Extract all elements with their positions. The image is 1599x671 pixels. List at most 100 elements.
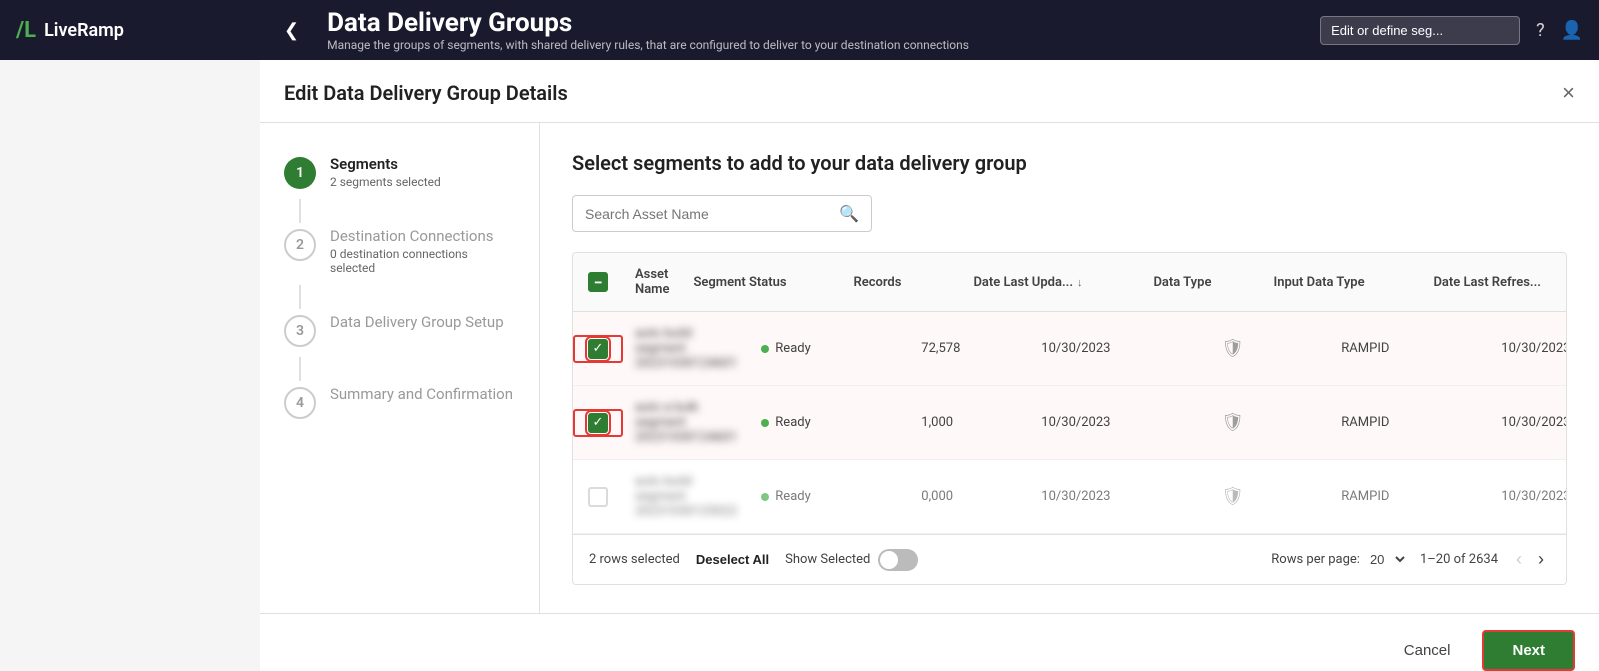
step-3-label: Data Delivery Group Setup: [330, 313, 504, 331]
td-status-1: Ready: [749, 337, 909, 360]
step-3: 3 Data Delivery Group Setup: [284, 313, 515, 347]
page-title-header: Data Delivery Groups: [327, 8, 1320, 38]
td-data-type-3: 🛡: [1209, 482, 1329, 511]
dialog-close-button[interactable]: ×: [1562, 80, 1575, 106]
search-box: 🔍: [572, 195, 872, 232]
td-date-updated-3: 10/30/2023: [1029, 485, 1209, 508]
th-input-data-type: Input Data Type: [1261, 263, 1421, 301]
td-date-updated-1: 10/30/2023: [1029, 337, 1209, 360]
step-4-content: Summary and Confirmation: [330, 385, 513, 403]
td-input-data-type-3: RAMPID: [1329, 485, 1489, 508]
td-input-data-type-2: RAMPID: [1329, 411, 1489, 434]
table-row: auto build segment 20231030125022 Ready …: [573, 460, 1566, 534]
td-date-updated-2: 10/30/2023: [1029, 411, 1209, 434]
row-3-checkbox[interactable]: [588, 487, 608, 507]
td-asset-name-1: auto build segment 20231030124601: [623, 322, 749, 375]
status-ready-2: Ready: [761, 415, 897, 430]
step-connector-1-2: [299, 199, 301, 223]
rows-per-page: Rows per page: 20 50 100: [1271, 551, 1408, 568]
show-selected-area: Show Selected: [785, 549, 918, 571]
step-1-sub: 2 segments selected: [330, 175, 441, 189]
td-date-refreshed-1: 10/30/2023: [1489, 337, 1567, 360]
pagination-range: 1–20 of 2634: [1420, 552, 1498, 567]
collapse-sidebar-button[interactable]: ❮: [276, 16, 307, 45]
toggle-knob: [880, 551, 898, 569]
rows-per-page-select[interactable]: 20 50 100: [1366, 551, 1408, 568]
td-asset-name-2: auto a bulk segment 20231030124601: [623, 396, 749, 449]
content-panel: Select segments to add to your data deli…: [540, 123, 1599, 613]
step-2-sub: 0 destination connections selected: [330, 247, 515, 275]
td-data-type-2: 🛡: [1209, 408, 1329, 437]
dialog-header: Edit Data Delivery Group Details ×: [260, 60, 1599, 123]
table-row: ✓ auto build segment 20231030124601 Read…: [573, 312, 1566, 386]
step-1: 1 Segments 2 segments selected: [284, 155, 515, 189]
logo-icon: /L: [16, 18, 36, 43]
td-date-refreshed-2: 10/30/2023: [1489, 411, 1567, 434]
step-3-circle: 3: [284, 315, 316, 347]
step-4-label: Summary and Confirmation: [330, 385, 513, 403]
status-ready-1: Ready: [761, 341, 897, 356]
th-asset-name: Asset Name: [623, 263, 681, 301]
step-1-label: Segments: [330, 155, 441, 173]
td-checkbox-2: ✓: [573, 409, 623, 437]
step-2-label: Destination Connections: [330, 227, 515, 245]
dialog-body: 1 Segments 2 segments selected 2 Destina…: [260, 123, 1599, 613]
sort-arrow-icon: ↓: [1077, 276, 1083, 289]
step-connector-2-3: [299, 285, 301, 309]
cancel-button[interactable]: Cancel: [1384, 632, 1471, 669]
th-segment-status: Segment Status: [681, 263, 841, 301]
shield-icon-2: 🛡: [1221, 412, 1244, 433]
next-button[interactable]: Next: [1482, 630, 1575, 671]
logo-area: /L LiveRamp: [16, 18, 276, 43]
top-navigation: /L LiveRamp ❮ Data Delivery Groups Manag…: [0, 0, 1599, 60]
dialog-title: Edit Data Delivery Group Details: [284, 81, 568, 105]
shield-icon-3: 🛡: [1221, 486, 1244, 507]
show-selected-toggle[interactable]: [878, 549, 918, 571]
step-2-content: Destination Connections 0 destination co…: [330, 227, 515, 275]
workspace-dropdown[interactable]: Edit or define seg...: [1320, 16, 1520, 45]
table-header: − Asset Name Segment Status Records Date: [573, 253, 1566, 312]
search-icon[interactable]: 🔍: [839, 204, 859, 223]
td-input-data-type-1: RAMPID: [1329, 337, 1489, 360]
section-title: Select segments to add to your data deli…: [572, 151, 1567, 175]
dialog-footer: Cancel Next: [260, 613, 1599, 671]
table-footer: 2 rows selected Deselect All Show Select…: [573, 534, 1566, 584]
user-icon[interactable]: 👤: [1561, 20, 1583, 41]
td-checkbox-1: ✓: [573, 335, 623, 363]
nav-right: Edit or define seg... ? 👤: [1320, 16, 1583, 45]
search-input[interactable]: [585, 206, 839, 222]
prev-page-button[interactable]: ‹: [1510, 547, 1528, 572]
step-1-circle: 1: [284, 157, 316, 189]
step-3-content: Data Delivery Group Setup: [330, 313, 504, 331]
help-icon[interactable]: ?: [1536, 20, 1545, 41]
show-selected-label: Show Selected: [785, 552, 870, 567]
th-checkbox: −: [573, 263, 623, 301]
td-data-type-1: 🛡: [1209, 334, 1329, 363]
select-all-checkbox[interactable]: −: [588, 272, 608, 292]
pagination-area: Rows per page: 20 50 100 1–20 of 2634 ‹: [1271, 547, 1550, 572]
row-1-checkbox[interactable]: ✓: [588, 339, 608, 359]
th-date-last-updated[interactable]: Date Last Upda... ↓: [961, 263, 1141, 301]
step-connector-3-4: [299, 357, 301, 381]
step-4: 4 Summary and Confirmation: [284, 385, 515, 419]
step-1-content: Segments 2 segments selected: [330, 155, 441, 189]
table-row: ✓ auto a bulk segment 20231030124601 Rea…: [573, 386, 1566, 460]
td-status-2: Ready: [749, 411, 909, 434]
td-asset-name-3: auto build segment 20231030125022: [623, 470, 749, 523]
row-2-checkbox[interactable]: ✓: [588, 413, 608, 433]
app-name: LiveRamp: [44, 20, 124, 41]
status-ready-3: Ready: [761, 489, 897, 504]
td-records-1: 72,578: [909, 337, 1029, 360]
next-page-button[interactable]: ›: [1532, 547, 1550, 572]
status-dot-3: [761, 493, 769, 501]
step-2-circle: 2: [284, 229, 316, 261]
deselect-all-button[interactable]: Deselect All: [696, 552, 769, 567]
page-subtitle: Manage the groups of segments, with shar…: [327, 38, 1320, 52]
data-table: − Asset Name Segment Status Records Date: [572, 252, 1567, 585]
status-dot-1: [761, 345, 769, 353]
td-checkbox-3: [573, 483, 623, 511]
main-area: Edit Data Delivery Group Details × 1 Seg…: [260, 60, 1599, 671]
th-date-last-refreshed: Date Last Refres...: [1421, 263, 1567, 301]
td-records-3: 0,000: [909, 485, 1029, 508]
status-dot-2: [761, 419, 769, 427]
